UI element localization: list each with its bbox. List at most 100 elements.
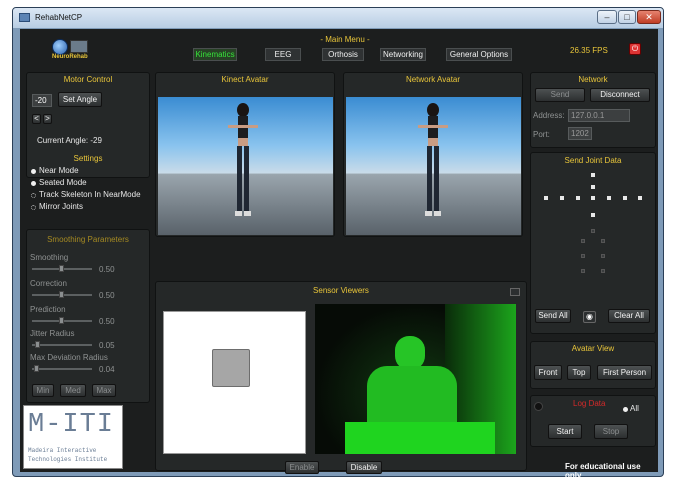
maximize-button[interactable]: □ [618, 10, 636, 24]
joint-spine[interactable] [591, 213, 595, 217]
view-first-person-button[interactable]: First Person [597, 365, 652, 380]
correction-value: 0.50 [99, 291, 115, 300]
m-iti-logo-mark: M-ITI [28, 410, 115, 440]
app-window: RehabNetCP – □ ✕ NeuroRehab - Main Menu … [12, 7, 664, 480]
log-all-checkbox[interactable] [623, 407, 628, 412]
max-deviation-slider-thumb[interactable] [33, 365, 39, 372]
clear-all-button[interactable]: Clear All [608, 309, 650, 323]
motor-control-title: Motor Control [63, 75, 113, 84]
preset-min-button[interactable]: Min [32, 384, 54, 397]
joint-head[interactable] [591, 173, 595, 177]
prediction-slider-thumb[interactable] [59, 317, 64, 324]
joint-knee-right[interactable] [601, 254, 605, 258]
monitor-icon [70, 40, 88, 53]
joint-ankle-left[interactable] [581, 269, 585, 273]
max-deviation-slider[interactable] [32, 368, 92, 370]
kinect-avatar-view [158, 97, 333, 235]
joint-wrist-left[interactable] [560, 196, 564, 200]
preset-max-button[interactable]: Max [92, 384, 116, 397]
jitter-radius-slider[interactable] [32, 344, 92, 346]
joint-shoulder-center[interactable] [591, 196, 595, 200]
enable-sensor-button[interactable]: Enable [285, 461, 319, 474]
current-angle-text: Current Angle: -29 [37, 136, 102, 145]
seated-mode-label: Seated Mode [39, 178, 87, 187]
port-label: Port: [533, 130, 550, 139]
track-skeleton-checkbox[interactable] [31, 193, 36, 198]
joint-wrist-right[interactable] [623, 196, 627, 200]
app-logo-text: NeuroRehab [52, 54, 88, 60]
joint-elbow-right[interactable] [607, 196, 611, 200]
address-input[interactable]: 127.0.0.1 [568, 109, 630, 122]
send-joint-data-title: Send Joint Data [564, 156, 622, 165]
joint-hip-left[interactable] [581, 239, 585, 243]
joint-hip-right[interactable] [601, 239, 605, 243]
jitter-radius-value: 0.05 [99, 341, 115, 350]
near-mode-checkbox[interactable] [31, 169, 36, 174]
title-bar[interactable]: RehabNetCP – □ ✕ [13, 8, 663, 28]
tab-networking[interactable]: Networking [380, 48, 426, 61]
tab-general-options[interactable]: General Options [446, 48, 512, 61]
log-start-button[interactable]: Start [548, 424, 582, 439]
joint-neck[interactable] [591, 185, 595, 189]
tab-kinematics[interactable]: Kinematics [193, 48, 237, 61]
tab-orthosis[interactable]: Orthosis [322, 48, 364, 61]
power-icon[interactable]: ⏻ [629, 43, 641, 55]
log-stop-button[interactable]: Stop [594, 424, 628, 439]
send-all-button[interactable]: Send All [535, 309, 571, 323]
disconnect-button[interactable]: Disconnect [590, 88, 650, 102]
app-icon [19, 13, 30, 22]
correction-label: Correction [30, 279, 67, 288]
close-button[interactable]: ✕ [637, 10, 661, 24]
joint-knee-left[interactable] [581, 254, 585, 258]
max-deviation-label: Max Deviation Radius [30, 353, 108, 362]
joint-ankle-right[interactable] [601, 269, 605, 273]
record-indicator-icon [534, 402, 543, 411]
m-iti-logo: M-ITI Madeira Interactive Technologies I… [23, 405, 123, 469]
collapse-icon[interactable] [510, 288, 520, 296]
network-title: Network [578, 75, 608, 84]
log-data-title: Log Data [573, 399, 606, 408]
angle-input[interactable]: -20 [32, 94, 52, 107]
joint-hand-right[interactable] [638, 196, 642, 200]
view-front-button[interactable]: Front [534, 365, 562, 380]
logo-line-1: Madeira Interactive [28, 447, 97, 454]
decrease-angle-button[interactable]: < [32, 114, 41, 124]
network-avatar-view [346, 97, 521, 235]
minimize-button[interactable]: – [597, 10, 617, 24]
view-top-button[interactable]: Top [567, 365, 591, 380]
sensor-viewers-title: Sensor Viewers [313, 286, 369, 295]
disable-sensor-button[interactable]: Disable [346, 461, 382, 474]
joint-selector [530, 167, 656, 287]
kinect-avatar-figure [228, 103, 258, 219]
joint-elbow-left[interactable] [576, 196, 580, 200]
track-skeleton-label: Track Skeleton In NearMode [39, 190, 141, 199]
kinect-avatar-title: Kinect Avatar [221, 75, 269, 84]
address-label: Address: [533, 111, 565, 120]
jitter-radius-slider-thumb[interactable] [35, 341, 40, 348]
smoothing-value: 0.50 [99, 265, 115, 274]
prediction-label: Prediction [30, 305, 66, 314]
port-input[interactable]: 1202 [568, 127, 592, 140]
set-angle-button[interactable]: Set Angle [58, 92, 102, 107]
app-client-area: NeuroRehab - Main Menu - Kinematics EEG … [20, 29, 658, 480]
send-button[interactable]: Send [535, 88, 585, 102]
smoothing-title: Smoothing Parameters [47, 235, 129, 244]
logo-line-2: Technologies Institute [28, 456, 108, 463]
prediction-value: 0.50 [99, 317, 115, 326]
network-avatar-figure [418, 103, 448, 219]
seated-mode-checkbox[interactable] [31, 181, 36, 186]
settings-title: Settings [73, 154, 103, 163]
joint-hip-center[interactable] [591, 229, 595, 233]
footer-note: For educational use only [565, 462, 641, 480]
mirror-joints-checkbox[interactable] [31, 205, 36, 210]
joint-hand-left[interactable] [544, 196, 548, 200]
increase-angle-button[interactable]: > [43, 114, 52, 124]
rgb-viewer [163, 311, 306, 454]
preset-med-button[interactable]: Med [60, 384, 86, 397]
correction-slider-thumb[interactable] [59, 291, 64, 298]
window-title: RehabNetCP [35, 13, 83, 22]
smoothing-slider-thumb[interactable] [59, 265, 64, 272]
eye-icon[interactable]: ◉ [583, 311, 596, 323]
tab-eeg[interactable]: EEG [265, 48, 301, 61]
fps-counter: 26.35 FPS [570, 46, 608, 55]
